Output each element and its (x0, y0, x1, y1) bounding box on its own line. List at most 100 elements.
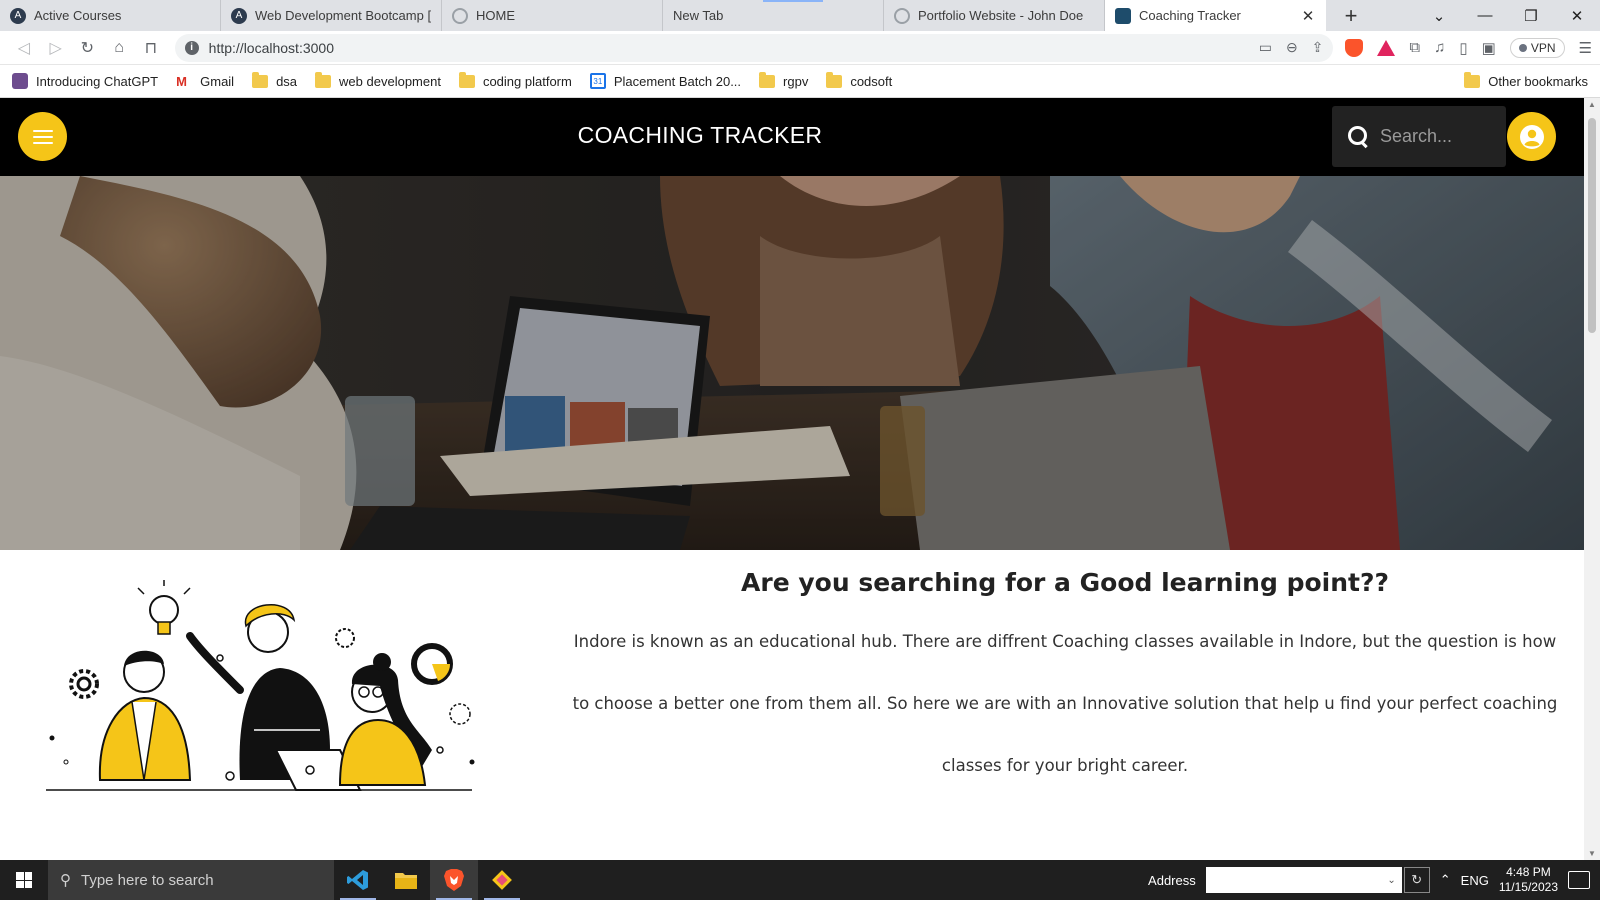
site-search[interactable] (1332, 106, 1506, 167)
bookmark-placement-batch[interactable]: 31 Placement Batch 20... (589, 73, 741, 89)
tab-label: Portfolio Website - John Doe (918, 8, 1084, 23)
user-icon (1519, 124, 1544, 149)
gmail-icon: M (176, 73, 187, 89)
taskbar-search-placeholder: Type here to search (81, 871, 214, 889)
start-button[interactable] (0, 860, 48, 900)
notification-icon[interactable] (1568, 871, 1590, 889)
brave-rewards-icon[interactable] (1377, 39, 1396, 56)
tab-coaching-tracker[interactable]: Coaching Tracker ✕ (1105, 0, 1326, 31)
hero-image (0, 176, 1584, 550)
bookmark-folder-rgpv[interactable]: rgpv (759, 71, 809, 89)
address-toolbar-input[interactable]: ⌄ (1205, 867, 1402, 893)
show-hidden-icons[interactable]: ⌃ (1440, 872, 1451, 888)
back-icon[interactable]: ◁ (8, 34, 40, 62)
address-bar[interactable]: i http://localhost:3000 ▭ ⊖ ⇪ (174, 33, 1334, 62)
taskbar-git[interactable] (478, 860, 526, 900)
tab-search-icon[interactable]: ⌄ (1416, 7, 1462, 25)
brave-icon (444, 869, 464, 891)
media-icon[interactable]: ♫ (1434, 39, 1445, 56)
minimize-icon[interactable]: — (1462, 7, 1508, 24)
windows-taskbar: ⚲ Type here to search Address ⌄ ↻ ⌃ ENG … (0, 860, 1600, 900)
tab-portfolio-website[interactable]: Portfolio Website - John Doe (884, 0, 1105, 31)
taskbar-search[interactable]: ⚲ Type here to search (48, 860, 334, 900)
hamburger-menu-button[interactable] (18, 112, 67, 161)
wallet-icon[interactable]: ▣ (1482, 39, 1496, 57)
bookmark-folder-codsoft[interactable]: codsoft (826, 71, 892, 89)
scroll-up-icon[interactable]: ▲ (1588, 100, 1596, 109)
zoom-icon[interactable]: ⊖ (1286, 39, 1298, 56)
share-icon[interactable]: ⇪ (1312, 39, 1324, 56)
browser-toolbar: ◁ ▷ ↻ ⌂ ⊓ i http://localhost:3000 ▭ ⊖ ⇪ … (0, 31, 1600, 65)
bookmark-folder-dsa[interactable]: dsa (252, 71, 298, 89)
scrollbar-thumb[interactable] (1588, 118, 1596, 333)
bookmark-label: Gmail (200, 73, 235, 89)
new-tab-button[interactable]: + (1336, 0, 1366, 31)
address-go-button[interactable]: ↻ (1403, 867, 1430, 893)
team-brainstorm-illustration (40, 580, 490, 805)
git-icon (492, 870, 512, 890)
restore-icon[interactable]: ❐ (1508, 7, 1554, 25)
other-bookmarks[interactable]: Other bookmarks (1464, 71, 1588, 89)
url-text[interactable]: http://localhost:3000 (209, 40, 1259, 56)
menu-bar (32, 141, 53, 144)
bookmarks-bar: Introducing ChatGPT M Gmail dsa web devel… (0, 65, 1600, 98)
user-profile-button[interactable] (1507, 112, 1556, 161)
bookmark-chatgpt[interactable]: Introducing ChatGPT (12, 73, 158, 89)
search-icon: ⚲ (60, 872, 71, 889)
site-favicon-icon: A (231, 7, 247, 24)
students-with-laptops-photo (0, 176, 1584, 550)
taskbar-file-explorer[interactable] (382, 860, 430, 900)
vpn-label: VPN (1530, 40, 1556, 55)
calendar-icon: 31 (589, 73, 606, 89)
bookmark-gmail[interactable]: M Gmail (176, 73, 234, 89)
menu-bar (32, 129, 53, 132)
bookmark-label: rgpv (783, 73, 809, 89)
bookmark-label: dsa (276, 73, 298, 89)
address-bar-actions: ▭ ⊖ ⇪ (1259, 39, 1324, 56)
globe-icon (894, 7, 910, 24)
search-icon (1348, 125, 1370, 148)
chatgpt-icon (12, 73, 28, 89)
tab-label: Web Development Bootcamp [MER (255, 8, 431, 23)
page-scrollbar[interactable]: ▲ ▼ (1584, 98, 1600, 860)
tab-web-development-bootcamp[interactable]: A Web Development Bootcamp [MER (221, 0, 442, 31)
close-tab-icon[interactable]: ✕ (1300, 7, 1316, 25)
forward-icon[interactable]: ▷ (40, 34, 72, 62)
extensions-icon[interactable]: ⧉ (1409, 39, 1420, 56)
site-info-icon[interactable]: i (184, 40, 199, 55)
site-favicon-icon: A (10, 7, 26, 24)
tab-active-courses[interactable]: A Active Courses (0, 0, 221, 31)
menu-icon[interactable]: ☰ (1579, 39, 1592, 57)
toolbar-right: ⧉ ♫ ▯ ▣ VPN ☰ (1345, 37, 1592, 58)
tab-home[interactable]: HOME (442, 0, 663, 31)
vpn-button[interactable]: VPN (1509, 37, 1565, 58)
folder-icon (395, 873, 417, 889)
bookmark-folder-coding-platform[interactable]: coding platform (458, 71, 572, 89)
home-icon[interactable]: ⌂ (103, 34, 135, 62)
bookmark-icon[interactable]: ⊓ (135, 34, 167, 62)
reload-icon[interactable]: ↻ (71, 34, 103, 62)
sidebar-icon[interactable]: ▯ (1459, 39, 1467, 57)
chevron-down-icon[interactable]: ⌄ (1387, 875, 1395, 886)
windows-logo-icon (16, 872, 32, 888)
taskbar-clock[interactable]: 4:48 PM 11/15/2023 (1499, 865, 1558, 895)
people-idea-icon (46, 580, 475, 791)
vscode-icon (347, 870, 368, 890)
tab-new-tab[interactable]: New Tab (663, 0, 884, 31)
bookmark-folder-web-development[interactable]: web development (315, 71, 441, 89)
bookmark-label: coding platform (482, 73, 572, 89)
tab-label: Active Courses (34, 8, 122, 23)
folder-icon (759, 71, 776, 88)
brave-shields-icon[interactable] (1345, 38, 1364, 57)
search-input[interactable] (1380, 126, 1490, 147)
site-title: COACHING TRACKER (577, 122, 823, 148)
scroll-down-icon[interactable]: ▼ (1588, 849, 1596, 858)
taskbar-brave[interactable] (430, 860, 478, 900)
language-indicator[interactable]: ENG (1461, 873, 1489, 888)
address-toolbar-label: Address (1148, 872, 1196, 888)
close-window-icon[interactable]: ✕ (1554, 7, 1600, 25)
site-header: COACHING TRACKER (0, 98, 1584, 176)
taskbar-vscode[interactable] (334, 860, 382, 900)
cast-icon[interactable]: ▭ (1259, 39, 1272, 56)
browser-tab-strip: A Active Courses A Web Development Bootc… (0, 0, 1600, 31)
